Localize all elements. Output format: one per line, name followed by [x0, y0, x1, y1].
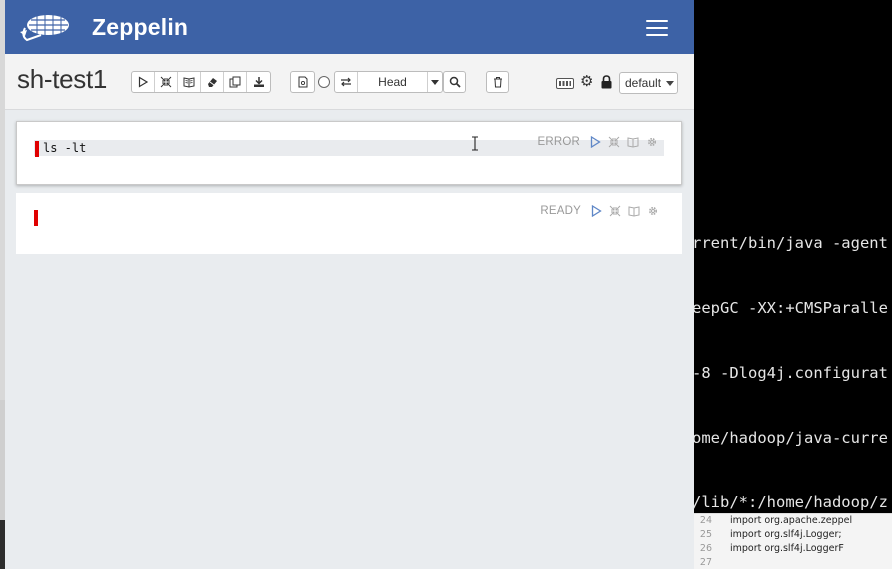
- code-line: 26 import org.slf4j.LoggerF: [692, 543, 844, 556]
- keyboard-icon[interactable]: [556, 78, 574, 89]
- export-notebook-button[interactable]: [247, 72, 270, 92]
- interpreter-dropdown[interactable]: default: [619, 72, 678, 94]
- book-icon: [627, 137, 638, 148]
- commit-button[interactable]: [291, 72, 314, 92]
- clone-notebook-button[interactable]: [224, 72, 247, 92]
- run-paragraph-button[interactable]: [588, 136, 601, 149]
- run-paragraph-button[interactable]: [589, 205, 602, 218]
- menu-icon[interactable]: [646, 20, 668, 36]
- top-navbar: Zeppelin: [5, 0, 694, 54]
- code-line: 27: [692, 557, 730, 569]
- toggle-editor-button[interactable]: [607, 136, 620, 149]
- line-number: 24: [699, 515, 712, 526]
- run-all-button[interactable]: [132, 72, 155, 92]
- gear-icon: [647, 137, 656, 147]
- version-control-group: [290, 71, 315, 93]
- gear-icon[interactable]: ⚙: [580, 74, 594, 89]
- search-button[interactable]: [443, 71, 466, 93]
- line-number: 25: [699, 529, 712, 540]
- zeppelin-logo-icon[interactable]: [17, 10, 73, 44]
- toggle-editor-button[interactable]: [155, 72, 178, 92]
- clear-output-button[interactable]: [201, 72, 224, 92]
- compare-revisions-button[interactable]: [335, 72, 358, 92]
- eraser-icon: [208, 78, 217, 87]
- toggle-output-button[interactable]: [627, 205, 640, 218]
- terminal-line: eepGC -XX:+CMSParalle: [692, 298, 888, 317]
- chevron-down-icon: [431, 79, 439, 85]
- error-marker: [35, 141, 39, 157]
- paragraph-settings-button[interactable]: [645, 136, 658, 149]
- paragraph-controls: ERROR: [537, 134, 658, 150]
- book-icon: [628, 206, 639, 217]
- interpreter-label: default: [625, 76, 662, 90]
- collapse-icon: [160, 76, 172, 88]
- revision-select[interactable]: Head: [358, 72, 428, 92]
- toggle-editor-button[interactable]: [608, 205, 621, 218]
- copy-icon: [229, 76, 241, 88]
- zeppelin-window: Zeppelin sh-test1 Head ⚙ default ls -lt …: [5, 0, 694, 569]
- notebook-toolbar: sh-test1 Head ⚙ default: [5, 54, 694, 110]
- collapse-icon: [608, 136, 619, 148]
- gear-icon: [648, 206, 657, 216]
- delete-notebook-button[interactable]: [486, 71, 509, 93]
- play-icon: [138, 76, 149, 88]
- collapse-icon: [609, 205, 620, 217]
- trash-icon: [493, 77, 502, 88]
- status-badge: ERROR: [537, 136, 580, 148]
- swap-icon: [341, 77, 351, 87]
- paragraph-controls: READY: [540, 203, 659, 219]
- paragraph-settings-button[interactable]: [646, 205, 659, 218]
- book-icon: [183, 77, 195, 88]
- line-text: import org.slf4j.LoggerF: [730, 543, 844, 554]
- line-number: 26: [699, 543, 712, 554]
- notebook-actions-group: [131, 71, 271, 93]
- paragraph-1[interactable]: ls -lt ERROR: [16, 121, 682, 185]
- background-code-editor: 24 import org.apache.zeppel 25 import org.…: [692, 513, 892, 569]
- commit-icon: [298, 76, 307, 88]
- terminal-output: rrent/bin/java -agent eepGC -XX:+CMSPara…: [692, 190, 888, 557]
- chevron-down-icon: [666, 80, 675, 86]
- terminal-line: rrent/bin/java -agent: [692, 234, 888, 253]
- terminal-line: ome/hadoop/java-curre: [692, 428, 888, 447]
- terminal-line: /lib/*:/home/hadoop/z: [692, 493, 888, 512]
- play-icon: [591, 205, 602, 217]
- status-badge: READY: [540, 205, 581, 217]
- lock-icon[interactable]: [601, 75, 612, 89]
- paragraph-2[interactable]: READY: [16, 193, 682, 254]
- toggle-output-button[interactable]: [178, 72, 201, 92]
- play-icon: [590, 136, 601, 148]
- circle-icon[interactable]: [318, 76, 330, 88]
- revision-dropdown-toggle[interactable]: [428, 72, 442, 92]
- line-text: import org.slf4j.Logger;: [730, 529, 842, 540]
- brand-name[interactable]: Zeppelin: [92, 14, 188, 41]
- notebook-title[interactable]: sh-test1: [17, 64, 107, 95]
- terminal-line: -8 -Dlog4j.configurat: [692, 363, 888, 382]
- text-cursor-icon: [472, 136, 478, 151]
- revision-dropdown: Head: [334, 71, 443, 93]
- paragraph-code[interactable]: ls -lt: [43, 140, 86, 156]
- search-icon: [449, 76, 461, 88]
- line-text: import org.apache.zeppel: [730, 515, 853, 526]
- code-line: 24 import org.apache.zeppel: [692, 515, 852, 528]
- toggle-output-button[interactable]: [626, 136, 639, 149]
- line-number: 27: [699, 557, 712, 568]
- code-line: 25 import org.slf4j.Logger;: [692, 529, 842, 542]
- background-terminal: rrent/bin/java -agent eepGC -XX:+CMSPara…: [692, 0, 892, 569]
- download-icon: [253, 77, 264, 87]
- paragraph-marker: [34, 210, 38, 226]
